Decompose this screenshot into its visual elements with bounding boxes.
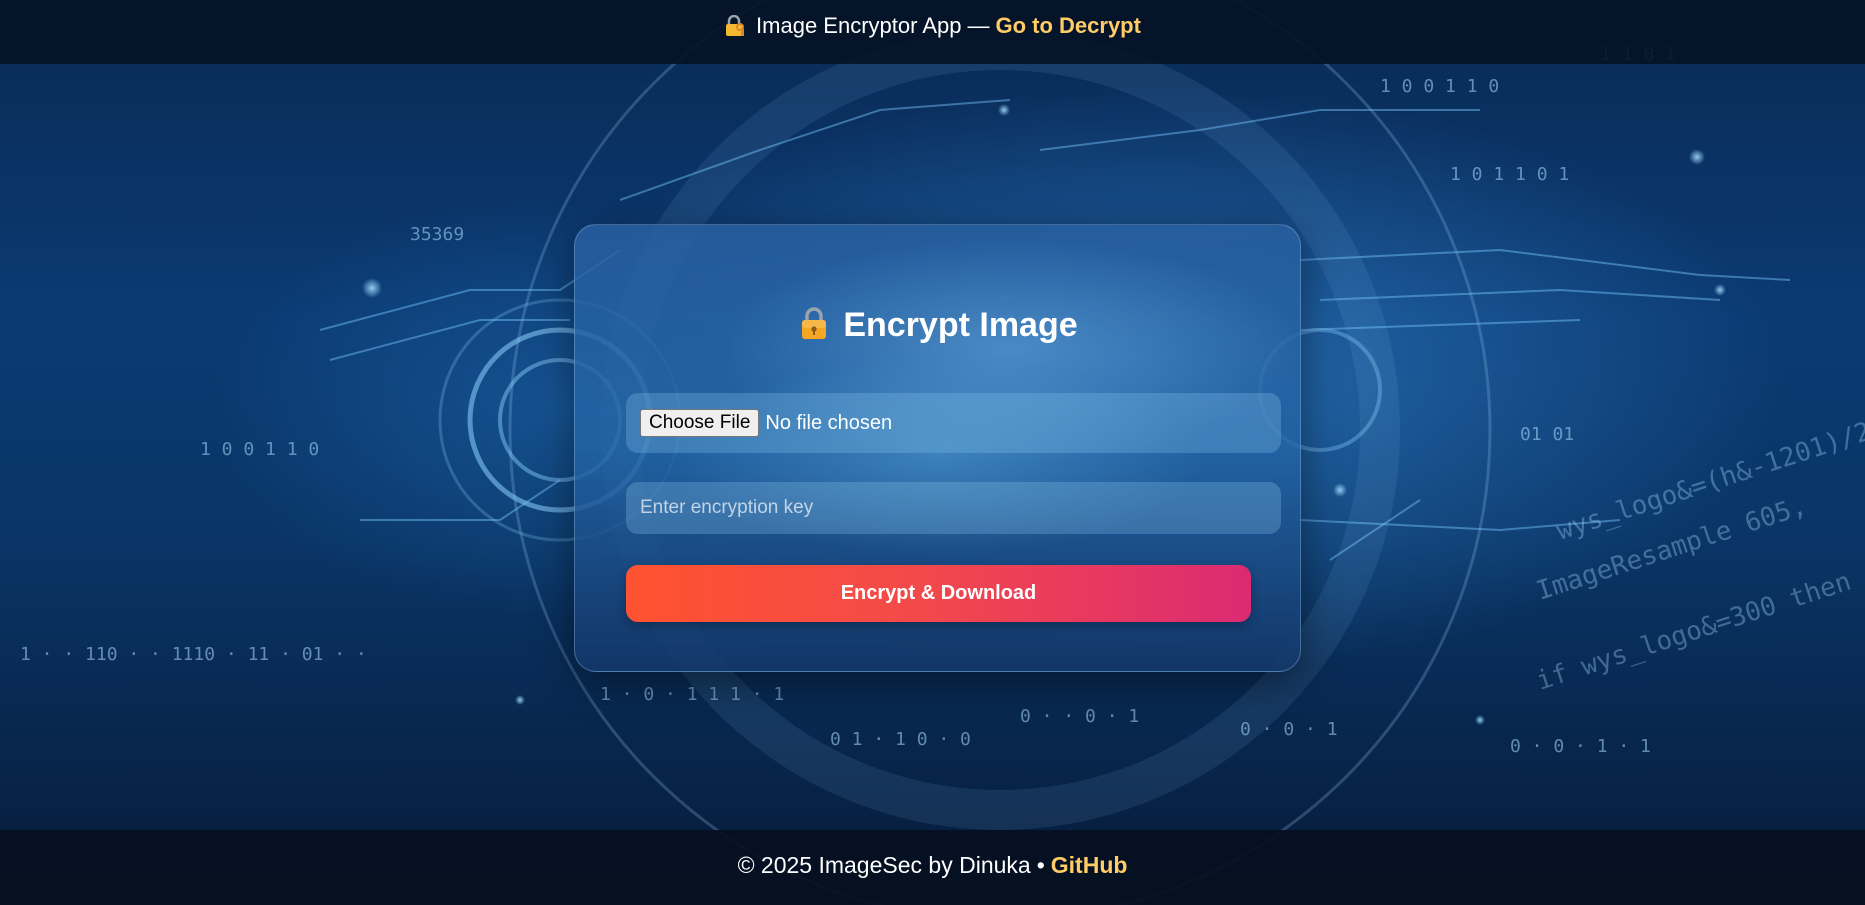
svg-text:1 · · 110 · · 1110 · 11 · 01 ·: 1 · · 110 · · 1110 · 11 · 01 · ·	[20, 644, 367, 665]
svg-text:1 0 0 1 1 0: 1 0 0 1 1 0	[1380, 76, 1499, 97]
top-navigation-bar: Image Encryptor App — Go to Decrypt	[0, 0, 1865, 64]
go-to-decrypt-link[interactable]: Go to Decrypt	[995, 13, 1140, 39]
footer-bullet: •	[1036, 852, 1045, 878]
app-title: Image Encryptor App	[756, 13, 962, 38]
svg-text:35369: 35369	[410, 224, 464, 245]
page-footer: © 2025 ImageSec by Dinuka • GitHub	[0, 830, 1865, 905]
svg-text:0 · 0 · 1 · 1: 0 · 0 · 1 · 1	[1510, 736, 1651, 757]
encryption-key-input[interactable]	[626, 482, 1281, 534]
card-title-text: Encrypt Image	[843, 306, 1078, 344]
lock-with-key-icon	[724, 14, 746, 37]
svg-text:1 0 0 1 1 0: 1 0 0 1 1 0	[200, 439, 319, 460]
encrypt-card: Encrypt Image Choose File No file chosen…	[574, 224, 1301, 672]
svg-text:01 01: 01 01	[1520, 424, 1574, 445]
card-title: Encrypt Image	[575, 305, 1302, 345]
svg-text:1 · 0 · 1 1 1 · 1: 1 · 0 · 1 1 1 · 1	[600, 684, 784, 705]
title-separator: —	[967, 13, 990, 38]
svg-text:1 0 1 1 0 1: 1 0 1 1 0 1	[1450, 164, 1569, 185]
file-status-text: No file chosen	[765, 411, 893, 434]
encrypt-download-button[interactable]: Encrypt & Download	[626, 565, 1251, 622]
github-link[interactable]: GitHub	[1051, 852, 1128, 879]
choose-file-button[interactable]: Choose File	[640, 409, 760, 437]
svg-text:0 1 · 1 0 · 0: 0 1 · 1 0 · 0	[830, 729, 971, 750]
footer-copyright: © 2025 ImageSec by Dinuka	[737, 852, 1031, 878]
lock-icon	[799, 306, 829, 340]
file-input-field[interactable]: Choose File No file chosen	[626, 393, 1281, 453]
svg-text:0 · 0 · 1: 0 · 0 · 1	[1240, 719, 1338, 740]
svg-text:0 · · 0 · 1: 0 · · 0 · 1	[1020, 706, 1139, 727]
